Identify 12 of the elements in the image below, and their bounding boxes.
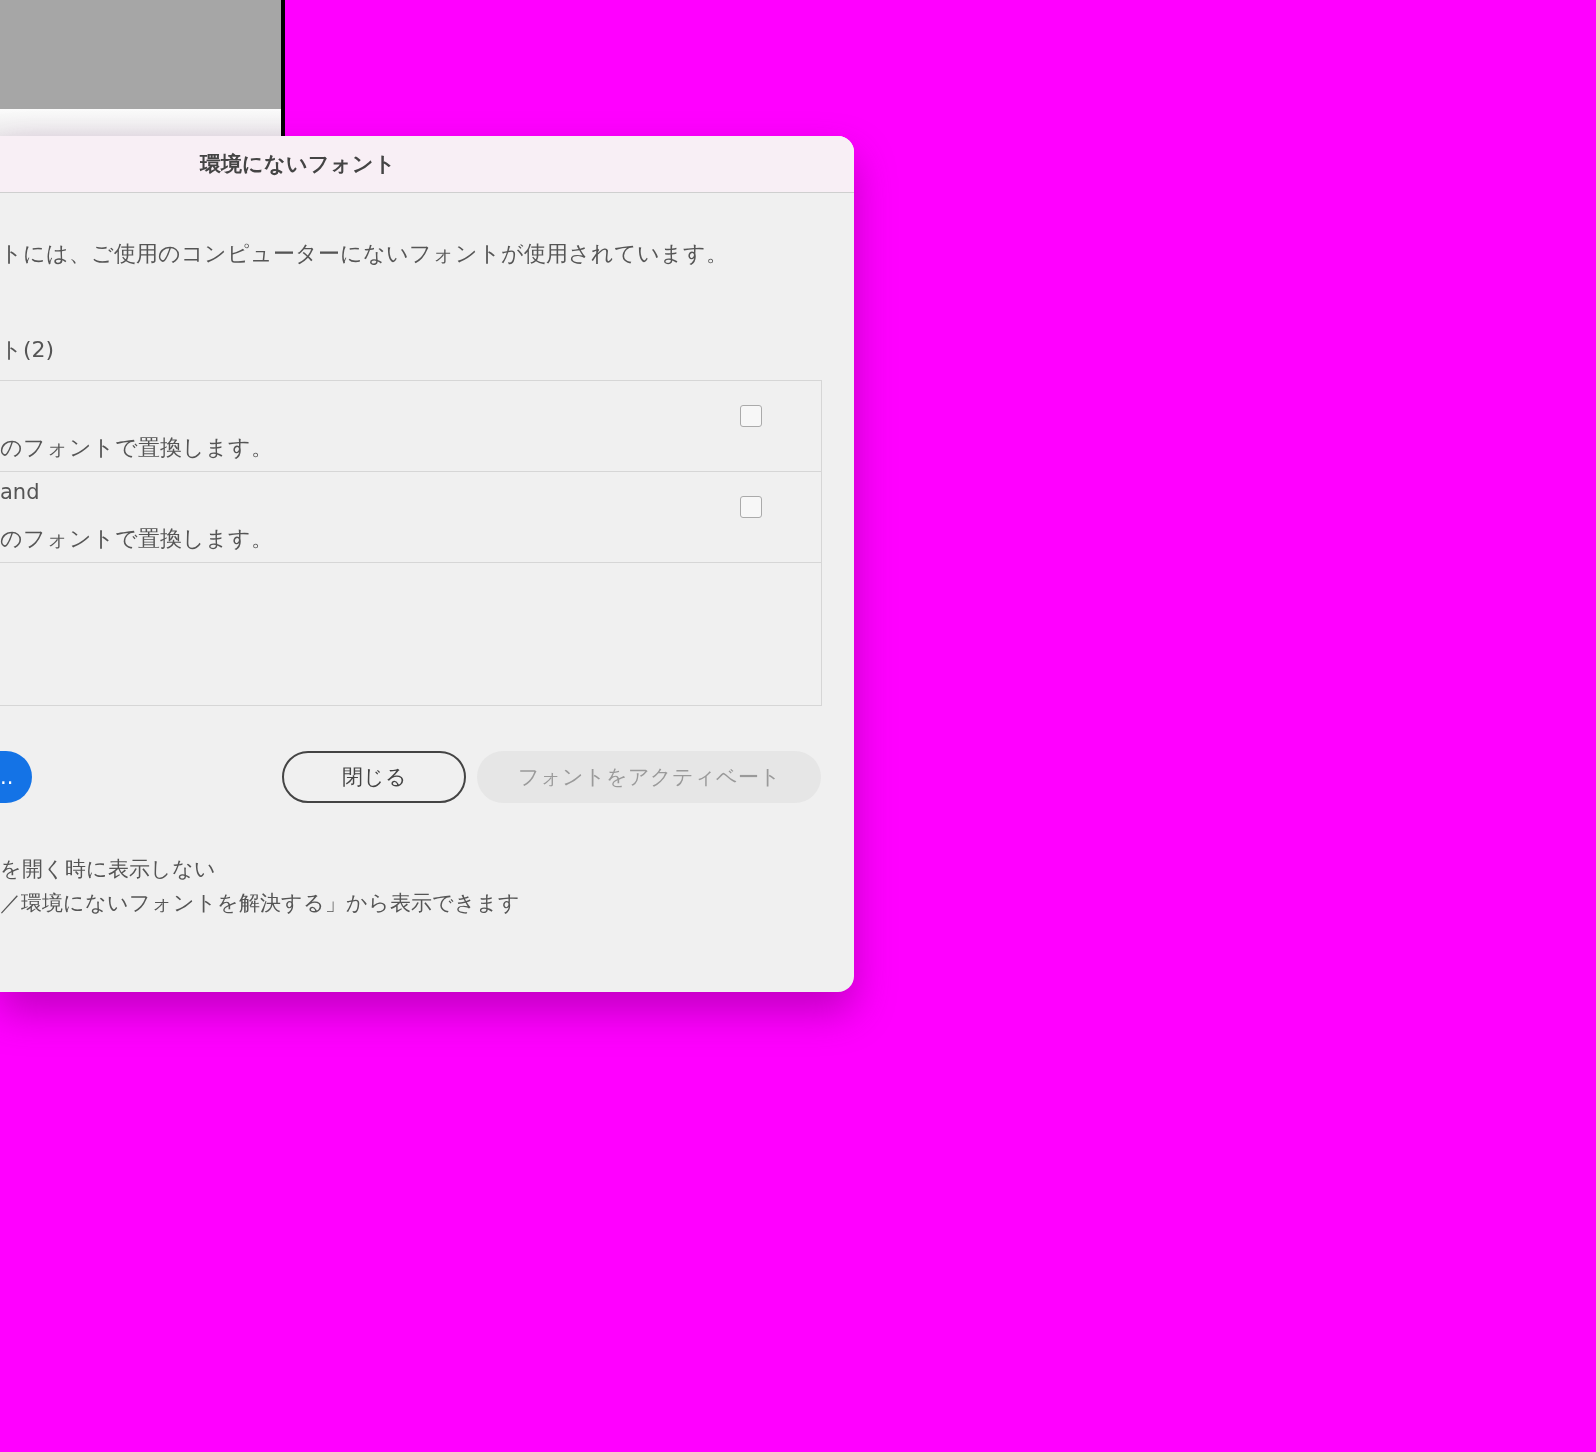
dialog-title: 環境にないフォント	[200, 151, 396, 178]
option-label[interactable]: を開く時に表示しない	[0, 855, 854, 883]
font-note: のフォントで置換します。	[0, 525, 274, 553]
font-note: のフォントで置換します。	[0, 434, 274, 462]
checkbox[interactable]	[740, 496, 762, 518]
description-text: トには、ご使用のコンピューターにないフォントが使用されています。	[0, 240, 729, 268]
font-name: and	[0, 480, 41, 506]
dialog-button[interactable]: 閉じる	[282, 751, 466, 803]
dialog-button[interactable]: ..	[0, 751, 32, 803]
section-label: ト(2)	[0, 336, 56, 364]
checkbox[interactable]	[740, 405, 762, 427]
hint-text: ／環境にないフォントを解決する」から表示できます	[0, 890, 521, 917]
